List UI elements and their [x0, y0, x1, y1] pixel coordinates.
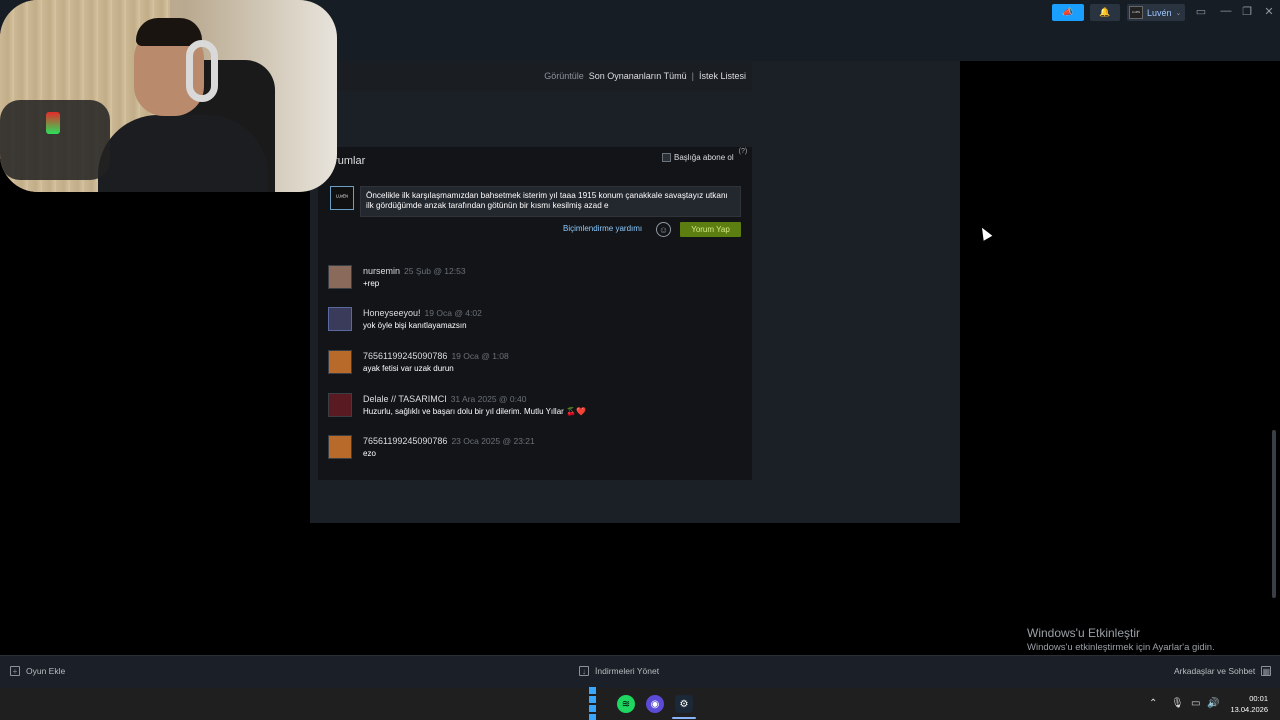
comment-text: +rep — [363, 279, 380, 288]
comment-timestamp: 23 Oca 2025 @ 23:21 — [451, 436, 535, 446]
list-item: nursemin 25 Şub @ 12:53 +rep — [328, 265, 748, 295]
discord-icon[interactable]: ◉ — [646, 695, 664, 713]
recent-games-link[interactable]: Son Oynananların Tümü — [589, 71, 687, 81]
manage-downloads-button[interactable]: ↓ İndirmeleri Yönet — [579, 666, 659, 676]
add-game-button[interactable]: + Oyun Ekle — [10, 666, 65, 676]
bell-icon: 🔔 — [1099, 7, 1111, 17]
microphone-icon[interactable]: 🎙 — [1171, 698, 1184, 709]
big-picture-button[interactable]: ▭ — [1193, 4, 1209, 18]
post-comment-button[interactable]: Yorum Yap — [680, 222, 741, 237]
downloads-label: İndirmeleri Yönet — [595, 666, 660, 676]
chevron-up-icon[interactable]: ⌃ — [1149, 698, 1157, 709]
avatar: ᴸᵁᵛᴱᴺ — [1129, 6, 1143, 19]
comment-author[interactable]: 76561199245090786 — [363, 436, 447, 446]
avatar[interactable] — [328, 265, 352, 289]
friends-label: Arkadaşlar ve Sohbet — [1174, 666, 1256, 676]
activation-title: Windows'u Etkinleştir — [1027, 626, 1140, 640]
system-clock[interactable]: 00:01 13.04.2026 — [1226, 693, 1268, 715]
windows-activation-watermark: Windows'u Etkinleştir Windows'u etkinleş… — [1027, 626, 1215, 653]
comment-header: 76561199245090786 23 Oca 2025 @ 23:21 — [363, 436, 535, 446]
comment-text: Huzurlu, sağlıklı ve başarı dolu bir yıl… — [363, 407, 586, 416]
list-item: Honeyseeyou! 19 Oca @ 4:02 yok öyle bişi … — [328, 307, 748, 337]
clock-time: 00:01 — [1249, 694, 1268, 703]
avatar[interactable] — [328, 435, 352, 459]
comment-header: Delale // TASARIMCI 31 Ara 2025 @ 0:40 — [363, 394, 526, 404]
help-icon[interactable]: (?) — [739, 148, 748, 155]
divider: | — [691, 71, 694, 81]
close-button[interactable]: ✕ — [1261, 4, 1277, 18]
account-menu-button[interactable]: ᴸᵁᵛᴱᴺ Luvén ⌄ — [1127, 4, 1185, 21]
headphones — [186, 40, 218, 102]
comment-timestamp: 25 Şub @ 12:53 — [404, 266, 466, 276]
view-label: Görüntüle — [544, 71, 584, 81]
subscribe-checkbox[interactable] — [662, 153, 671, 162]
avatar[interactable] — [328, 307, 352, 331]
chevron-down-icon: ⌄ — [1175, 9, 1182, 17]
minimize-button[interactable]: — — [1218, 4, 1234, 18]
formatting-help-link[interactable]: Biçimlendirme yardımı — [563, 224, 642, 233]
comment-header: nursemin 25 Şub @ 12:53 — [363, 266, 466, 276]
volume-icon[interactable]: 🔊 — [1207, 698, 1219, 709]
steam-icon[interactable]: ⚙ — [675, 695, 693, 713]
comment-author[interactable]: Delale // TASARIMCI — [363, 394, 447, 404]
avatar[interactable] — [328, 350, 352, 374]
subscribe-toggle[interactable]: Başlığa abone ol (?) — [662, 148, 747, 162]
comment-author[interactable]: 76561199245090786 — [363, 351, 447, 361]
list-item: 76561199245090786 23 Oca 2025 @ 23:21 ezo — [328, 435, 748, 465]
account-name: Luvén — [1147, 7, 1172, 18]
webcam-overlay — [0, 0, 337, 192]
comment-author[interactable]: nursemin — [363, 266, 400, 276]
rgb-light — [46, 112, 60, 134]
avatar[interactable] — [328, 393, 352, 417]
emoji-icon[interactable]: ☺ — [656, 222, 671, 237]
maximize-button[interactable]: ❐ — [1239, 4, 1255, 18]
comment-timestamp: 19 Oca @ 1:08 — [451, 351, 509, 361]
clock-date: 13.04.2026 — [1230, 705, 1268, 714]
comment-text: ayak fetisi var uzak durun — [363, 364, 454, 373]
windows-taskbar: ≋ ◉ ⚙ ⌃ 🎙 ▭ 🔊 00:01 13.04.2026 — [0, 687, 1280, 720]
spotify-icon[interactable]: ≋ — [617, 695, 635, 713]
list-item: 76561199245090786 19 Oca @ 1:08 ayak feti… — [328, 350, 748, 380]
announcements-button[interactable]: 📣 — [1052, 4, 1084, 21]
steam-footer: + Oyun Ekle ↓ İndirmeleri Yönet Arkadaşl… — [0, 655, 1280, 688]
wishlist-link[interactable]: İstek Listesi — [699, 71, 746, 81]
streamer-body — [98, 115, 268, 192]
comment-header: 76561199245090786 19 Oca @ 1:08 — [363, 351, 509, 361]
comment-text: ezo — [363, 449, 376, 458]
windows-start-icon[interactable] — [587, 687, 605, 720]
add-game-label: Oyun Ekle — [26, 666, 66, 676]
view-links-bar: Görüntüle Son Oynananların Tümü | İstek … — [310, 61, 752, 91]
comment-input[interactable]: Öncelikle ilk karşılaşmamızdan bahsetmek… — [360, 186, 741, 217]
monitor-icon: ▭ — [1195, 5, 1207, 18]
comment-timestamp: 31 Ara 2025 @ 0:40 — [450, 394, 527, 404]
plus-icon: + — [10, 666, 20, 676]
subscribe-label: Başlığa abone ol — [674, 153, 734, 162]
comment-header: Honeyseeyou! 19 Oca @ 4:02 — [363, 308, 482, 318]
activation-subtitle: Windows'u etkinleştirmek için Ayarlar'a … — [1027, 642, 1215, 653]
chat-icon: ▦ — [1261, 666, 1272, 676]
network-icon[interactable]: ▭ — [1191, 698, 1200, 709]
megaphone-icon: 📣 — [1062, 7, 1074, 17]
comment-timestamp: 19 Oca @ 4:02 — [424, 308, 482, 318]
friends-chat-button[interactable]: Arkadaşlar ve Sohbet ▦ — [1174, 666, 1272, 676]
list-item: Delale // TASARIMCI 31 Ara 2025 @ 0:40 Hu… — [328, 393, 748, 423]
right-gutter — [960, 61, 1280, 655]
comment-author[interactable]: Honeyseeyou! — [363, 308, 421, 318]
notifications-button[interactable]: 🔔 — [1090, 4, 1120, 21]
comment-text: yok öyle bişi kanıtlayamazsın — [363, 321, 467, 330]
download-icon: ↓ — [579, 666, 589, 676]
active-app-indicator — [672, 717, 696, 719]
scrollbar[interactable] — [1272, 430, 1276, 598]
